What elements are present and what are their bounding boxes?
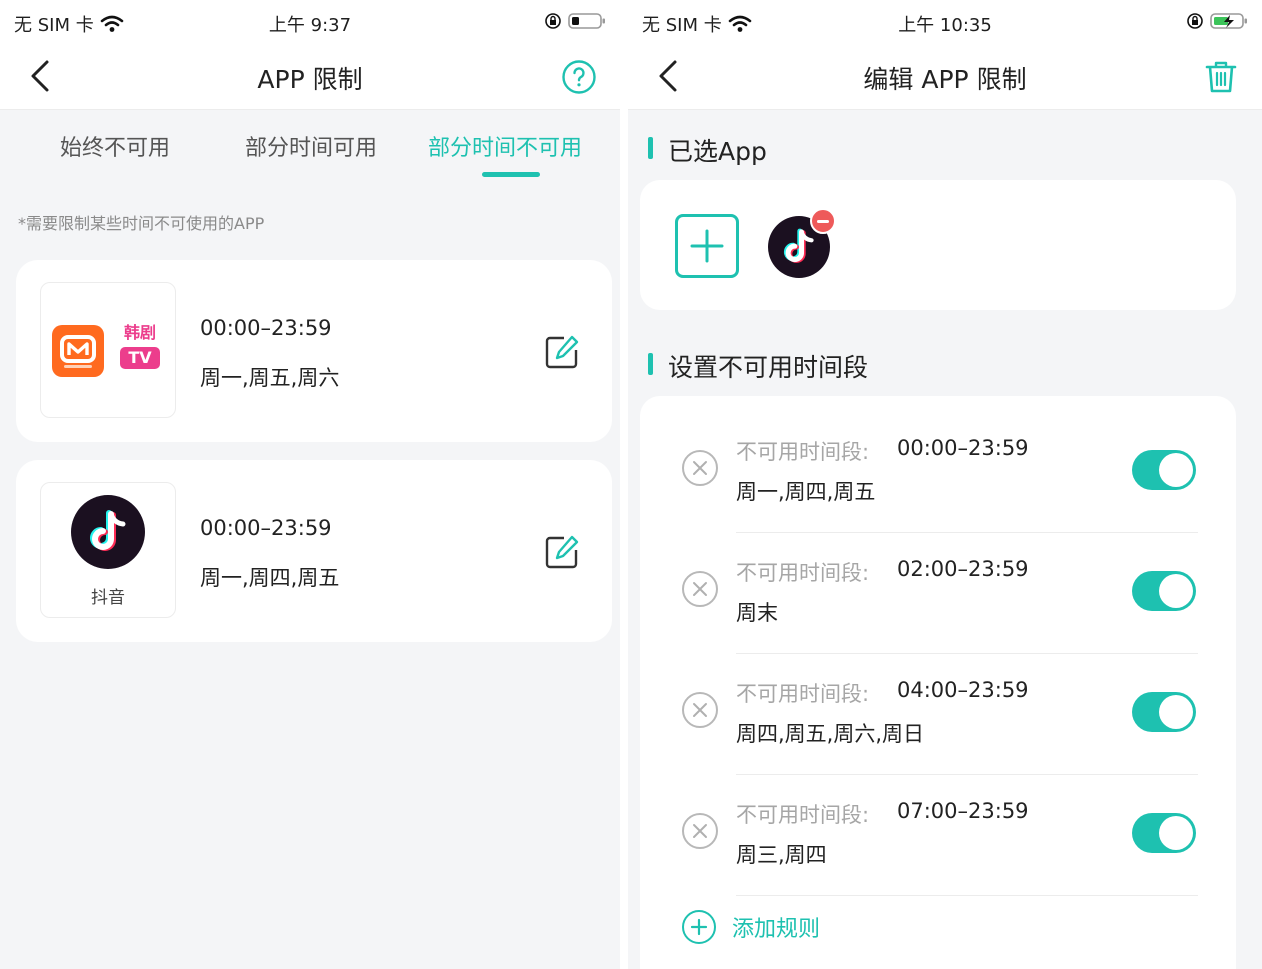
rule-label: 不可用时间段: — [736, 440, 870, 464]
delete-rule-button[interactable] — [682, 571, 718, 607]
delete-rule-button[interactable] — [682, 813, 718, 849]
nav-bar: 编辑 APP 限制 — [628, 44, 1262, 110]
tab-partly-available[interactable]: 部分时间可用 — [245, 130, 377, 162]
time-rule-row: 不可用时间段: 00:00–23:59 周一,周四,周五 — [640, 412, 1236, 533]
orientation-lock-icon — [1187, 13, 1203, 29]
system-icons — [544, 12, 606, 30]
tab-always-unavailable[interactable]: 始终不可用 — [60, 130, 170, 162]
status-bar: 无 SIM 卡 上午 10:35 — [628, 0, 1262, 44]
active-tab-indicator — [482, 172, 540, 177]
rule-days: 周一,周四,周五 — [200, 566, 340, 590]
rule-label: 不可用时间段: — [736, 561, 870, 585]
status-bar: 无 SIM 卡 上午 9:37 — [0, 0, 620, 44]
help-circle-icon — [562, 60, 596, 94]
app-name: 抖音 — [91, 588, 125, 608]
row-divider — [736, 895, 1198, 896]
rule-time: 02:00–23:59 — [897, 557, 1029, 581]
time-rule-row: 不可用时间段: 02:00–23:59 周末 — [640, 533, 1236, 654]
rule-days: 周三,周四 — [736, 843, 827, 867]
rule-toggle[interactable] — [1132, 450, 1196, 490]
nav-bar: APP 限制 — [0, 44, 620, 110]
hanju-tv-icon: 韩剧 TV — [117, 323, 163, 375]
remove-app-button[interactable] — [810, 208, 836, 234]
time-rule-row: 不可用时间段: 04:00–23:59 周四,周五,周六,周日 — [640, 654, 1236, 775]
hint-text: *需要限制某些时间不可使用的APP — [18, 214, 265, 233]
battery-charging-icon — [1210, 13, 1247, 29]
page-title: 编辑 APP 限制 — [863, 65, 1027, 94]
status-time: 上午 10:35 — [898, 15, 992, 36]
app-icon-group: 韩剧 TV — [40, 282, 176, 418]
unavailable-periods-title: 设置不可用时间段 — [648, 348, 868, 384]
plus-circle-icon — [682, 910, 716, 944]
delete-button[interactable] — [1202, 58, 1240, 96]
plus-icon — [690, 229, 724, 263]
toggle-knob — [1159, 453, 1193, 487]
rule-time: 07:00–23:59 — [897, 799, 1029, 823]
rule-time: 04:00–23:59 — [897, 678, 1029, 702]
status-time: 上午 9:37 — [268, 15, 352, 36]
rule-label: 不可用时间段: — [736, 682, 870, 706]
close-icon — [693, 461, 707, 475]
douyin-icon — [71, 495, 145, 569]
mangotv-icon — [52, 325, 104, 377]
mode-tabs: 始终不可用 部分时间可用 部分时间不可用 — [0, 112, 620, 186]
hanju-logo-badge: TV — [120, 347, 160, 369]
rules-card: 不可用时间段: 00:00–23:59 周一,周四,周五 不可用时间段: 02:… — [640, 396, 1236, 969]
delete-rule-button[interactable] — [682, 692, 718, 728]
rule-time: 00:00–23:59 — [200, 316, 332, 340]
rule-days: 周一,周五,周六 — [200, 366, 340, 390]
screen-divider — [620, 0, 628, 969]
help-button[interactable] — [560, 58, 598, 96]
delete-rule-button[interactable] — [682, 450, 718, 486]
toggle-knob — [1159, 695, 1193, 729]
rule-days: 周四,周五,周六,周日 — [736, 722, 925, 746]
battery-icon — [568, 13, 605, 29]
edit-button[interactable] — [542, 532, 582, 572]
app-limit-card[interactable]: 抖音 00:00–23:59 周一,周四,周五 — [16, 460, 612, 642]
add-rule-label: 添加规则 — [732, 917, 821, 942]
app-limits-screen: 无 SIM 卡 上午 9:37 APP 限制 始终不可用 部分时间可用 部分时间… — [0, 0, 620, 969]
trash-icon — [1205, 61, 1237, 93]
rule-toggle[interactable] — [1132, 571, 1196, 611]
toggle-knob — [1159, 574, 1193, 608]
rule-days: 周一,周四,周五 — [736, 480, 876, 504]
toggle-knob — [1159, 816, 1193, 850]
close-icon — [693, 824, 707, 838]
edit-app-limit-screen: 无 SIM 卡 上午 10:35 编辑 APP 限制 已选App 设置不可用时间… — [628, 0, 1262, 969]
rule-label: 不可用时间段: — [736, 803, 870, 827]
rule-time: 00:00–23:59 — [200, 516, 332, 540]
app-limit-card[interactable]: 韩剧 TV 00:00–23:59 周一,周五,周六 — [16, 260, 612, 442]
edit-icon — [545, 535, 579, 569]
time-rule-row: 不可用时间段: 07:00–23:59 周三,周四 — [640, 775, 1236, 896]
tab-partly-unavailable[interactable]: 部分时间不可用 — [428, 130, 582, 162]
rule-toggle[interactable] — [1132, 692, 1196, 732]
close-icon — [693, 703, 707, 717]
system-icons — [1186, 12, 1248, 30]
add-rule-button[interactable]: 添加规则 — [682, 910, 820, 944]
rule-days: 周末 — [736, 601, 778, 625]
selected-apps-title: 已选App — [648, 132, 767, 168]
add-app-button[interactable] — [675, 214, 739, 278]
rule-toggle[interactable] — [1132, 813, 1196, 853]
rule-time: 00:00–23:59 — [897, 436, 1029, 460]
edit-icon — [545, 335, 579, 369]
hanju-logo-text: 韩剧 — [123, 323, 156, 342]
edit-button[interactable] — [542, 332, 582, 372]
selected-apps-card — [640, 180, 1236, 310]
orientation-lock-icon — [545, 13, 561, 29]
page-title: APP 限制 — [257, 65, 363, 94]
close-icon — [693, 582, 707, 596]
app-icon-group: 抖音 — [40, 482, 176, 618]
